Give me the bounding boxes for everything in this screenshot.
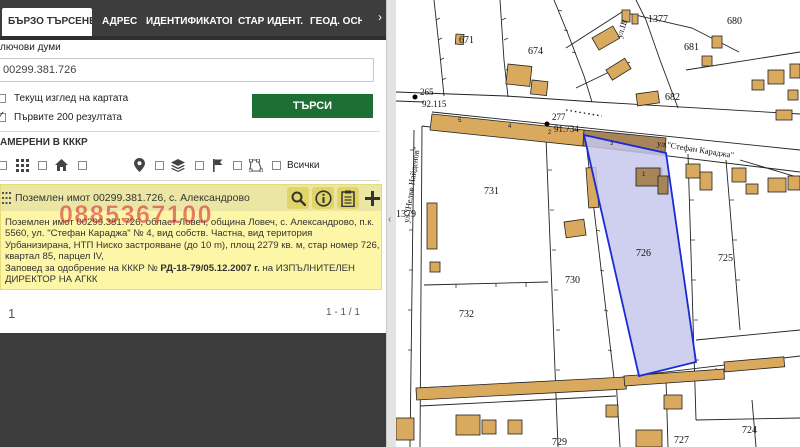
- approval-prefix: Заповед за одобрение на КККР №: [5, 263, 161, 274]
- keywords-label: лючови думи: [0, 42, 61, 53]
- flag-icon[interactable]: [209, 157, 225, 173]
- checkbox-icon[interactable]: [191, 157, 207, 173]
- survey-point-id: 277: [552, 112, 566, 122]
- map-pin-icon[interactable]: [131, 157, 147, 173]
- polygon-icon[interactable]: [248, 157, 264, 173]
- checkbox-icon[interactable]: [229, 157, 245, 173]
- tab-old-identifier[interactable]: СТАР ИДЕНТ.: [232, 8, 304, 36]
- parcel-label: 1377: [648, 14, 668, 25]
- building-number: 4: [508, 124, 512, 130]
- layers-icon[interactable]: [170, 157, 186, 173]
- survey-point-elevation: 91.734: [554, 124, 579, 134]
- street-label-north: ул.Ш: [614, 18, 630, 40]
- tabs-scroll-right-icon[interactable]: ›: [378, 10, 382, 24]
- divider: [0, 131, 380, 132]
- checkbox-icon[interactable]: [34, 157, 50, 173]
- zoom-search-icon[interactable]: [287, 187, 309, 209]
- search-panel: БЪРЗО ТЪРСЕНЕ АДРЕС ИДЕНТИФИКАТОР СТАР И…: [0, 0, 388, 447]
- survey-point-elevation: 92.115: [422, 99, 447, 109]
- building-number: 5: [458, 118, 462, 124]
- grid-icon[interactable]: [14, 157, 30, 173]
- building-number: 1: [642, 172, 646, 178]
- checkbox-icon[interactable]: [74, 157, 90, 173]
- first-200-label: Първите 200 резултата: [14, 112, 122, 123]
- add-icon[interactable]: [361, 187, 383, 209]
- parcel-label: 724: [742, 425, 757, 436]
- collapse-arrow-icon[interactable]: ‹: [388, 214, 391, 225]
- select-all-checkbox[interactable]: [0, 157, 10, 173]
- parcel-label: 732: [459, 309, 474, 320]
- building-number: 3: [610, 141, 614, 147]
- map-labels: 671 674 1377 680 681 682 731 726 725 730…: [396, 0, 800, 447]
- street-label-stefan-karadzha: ул."Стефан Караджа": [656, 138, 735, 161]
- keywords-input[interactable]: [0, 58, 374, 82]
- parcel-label: 730: [565, 275, 580, 286]
- found-heading: АМЕРЕНИ В КККР: [0, 137, 88, 148]
- approval-number: РД-18-79/05.12.2007 г.: [160, 263, 260, 274]
- parcel-label: 671: [459, 35, 474, 46]
- street-label-nelko-naydenov: ул."Нелко Найденов": [401, 145, 422, 224]
- cadastral-map[interactable]: 671 674 1377 680 681 682 731 726 725 730…: [396, 0, 800, 447]
- tab-identifier[interactable]: ИДЕНТИФИКАТОР: [140, 8, 232, 36]
- home-icon[interactable]: [53, 157, 69, 173]
- search-button[interactable]: ТЪРСИ: [252, 94, 373, 118]
- pager-current-page[interactable]: 1: [8, 306, 15, 321]
- parcel-label: 727: [674, 435, 689, 446]
- survey-point-id: 265: [420, 87, 434, 97]
- tab-bar: БЪРЗО ТЪРСЕНЕ АДРЕС ИДЕНТИФИКАТОР СТАР И…: [0, 0, 388, 40]
- parcel-label: 680: [727, 16, 742, 27]
- checkbox-icon[interactable]: [268, 157, 284, 173]
- grid-icon: [2, 191, 11, 204]
- tab-address[interactable]: АДРЕС: [96, 8, 138, 36]
- current-view-label: Текущ изглед на картата: [14, 93, 129, 104]
- clipboard-icon[interactable]: [337, 187, 359, 209]
- parcel-label: 674: [528, 46, 543, 57]
- building-number: 2: [548, 130, 552, 136]
- parcel-label: 682: [665, 92, 680, 103]
- panel-footer: [0, 333, 388, 447]
- result-approval: Заповед за одобрение на КККР № РД-18-79/…: [5, 263, 381, 286]
- all-label: Всички: [287, 160, 320, 171]
- checkbox-icon[interactable]: [151, 157, 167, 173]
- info-icon[interactable]: [312, 187, 334, 209]
- divider: [0, 180, 380, 181]
- first-200-checkbox[interactable]: [0, 110, 6, 122]
- phone-watermark: 0885367100: [59, 201, 214, 229]
- pager-range: 1 - 1 / 1: [326, 307, 360, 318]
- current-view-checkbox[interactable]: [0, 94, 6, 103]
- parcel-label-726: 726: [636, 248, 651, 259]
- result-card[interactable]: Поземлен имот 00299.381.726, с. Александ…: [0, 184, 382, 290]
- parcel-label: 731: [484, 186, 499, 197]
- parcel-label: 681: [684, 42, 699, 53]
- parcel-label: 729: [552, 437, 567, 447]
- parcel-label: 725: [718, 253, 733, 264]
- panel-splitter[interactable]: ‹: [386, 0, 396, 447]
- tab-geodetic-base[interactable]: ГЕОД. ОСНОВ: [304, 8, 362, 36]
- tab-quick-search[interactable]: БЪРЗО ТЪРСЕНЕ: [2, 8, 92, 36]
